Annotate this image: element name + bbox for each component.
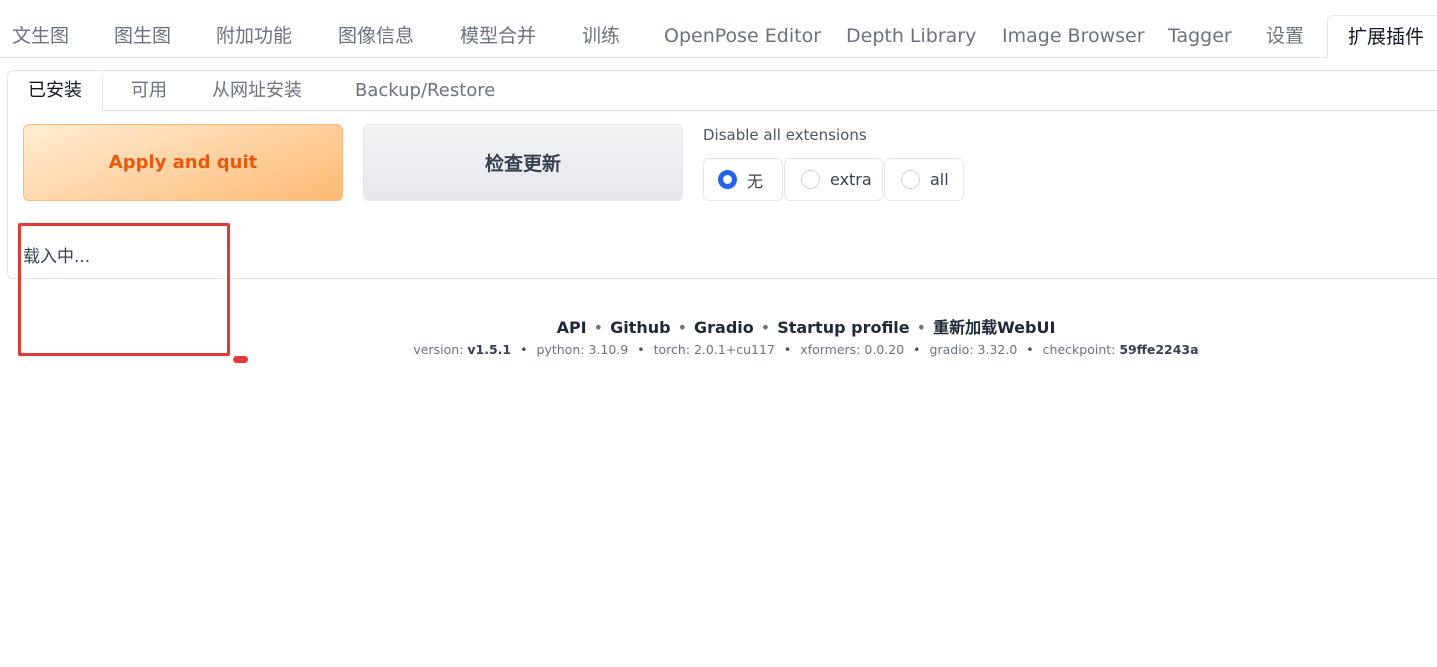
sub-tab-bar: 已安装 可用 从网址安装 Backup/Restore: [8, 71, 1437, 112]
info-bullet: •: [637, 342, 645, 357]
checkpoint-label: checkpoint:: [1042, 342, 1116, 357]
version-label: version:: [413, 342, 464, 357]
footer-separator: •: [760, 318, 771, 337]
tab-png-info[interactable]: 图像信息: [338, 15, 414, 58]
radio-dot: [801, 170, 820, 189]
footer-link-api[interactable]: API: [557, 318, 587, 337]
radio-extra-label: extra: [830, 170, 872, 189]
subtab-available[interactable]: 可用: [131, 71, 167, 111]
tab-extras[interactable]: 附加功能: [216, 15, 292, 58]
tab-checkpoint-merger[interactable]: 模型合并: [460, 15, 536, 58]
tab-tagger[interactable]: Tagger: [1168, 15, 1232, 58]
radio-dot: [901, 170, 920, 189]
tab-settings[interactable]: 设置: [1266, 15, 1304, 58]
radio-none-label: 无: [747, 171, 764, 191]
subtab-install-from-url[interactable]: 从网址安装: [212, 71, 302, 111]
tab-extensions[interactable]: 扩展插件: [1327, 15, 1437, 59]
footer-link-github[interactable]: Github: [610, 318, 671, 337]
footer-link-startup-profile[interactable]: Startup profile: [777, 318, 909, 337]
tab-img2img[interactable]: 图生图: [114, 15, 171, 58]
gradio-label: gradio:: [929, 342, 974, 357]
radio-all[interactable]: all: [884, 158, 964, 201]
radio-all-label: all: [930, 170, 949, 189]
footer-separator: •: [916, 318, 927, 337]
tab-image-browser[interactable]: Image Browser: [1002, 15, 1145, 58]
footer-separator: •: [677, 318, 687, 337]
gradio-value: 3.32.0: [977, 342, 1018, 357]
tab-txt2img[interactable]: 文生图: [12, 15, 69, 58]
footer-link-reload-ui[interactable]: 重新加载WebUI: [933, 318, 1055, 337]
top-tab-bar: 文生图 图生图 附加功能 图像信息 模型合并 训练 OpenPose Edito…: [0, 0, 1437, 59]
check-updates-button[interactable]: 检查更新: [363, 124, 683, 201]
footer-version-info: version: v1.5.1 • python: 3.10.9 • torch: 2.…: [0, 342, 1437, 357]
tab-train[interactable]: 训练: [582, 15, 620, 58]
python-value: 3.10.9: [588, 342, 629, 357]
info-bullet: •: [783, 342, 792, 357]
info-bullet: •: [913, 342, 921, 357]
version-value: v1.5.1: [467, 342, 512, 357]
radio-dot-selected: [718, 170, 737, 189]
apply-and-quit-button[interactable]: Apply and quit: [23, 124, 343, 201]
subtab-backup-restore[interactable]: Backup/Restore: [355, 71, 495, 111]
torch-value: 2.0.1+cu117: [693, 342, 775, 357]
footer-link-gradio[interactable]: Gradio: [694, 318, 754, 337]
subtab-installed[interactable]: 已安装: [8, 71, 103, 112]
xformers-label: xformers:: [800, 342, 861, 357]
tab-depth-library[interactable]: Depth Library: [846, 15, 976, 58]
footer-separator: •: [593, 318, 604, 337]
python-label: python:: [536, 342, 585, 357]
footer-links: API • Github • Gradio • Startup profile • 重新加载We…: [0, 314, 1437, 338]
torch-label: torch:: [653, 342, 690, 357]
webui-page: 文生图 图生图 附加功能 图像信息 模型合并 训练 OpenPose Edito…: [0, 0, 1437, 667]
radio-none[interactable]: 无: [703, 158, 783, 201]
info-bullet: •: [520, 342, 528, 357]
tab-openpose-editor[interactable]: OpenPose Editor: [664, 15, 821, 58]
xformers-value: 0.0.20: [864, 342, 905, 357]
disable-extensions-label: Disable all extensions: [703, 126, 867, 144]
checkpoint-value[interactable]: 59ffe2243a: [1119, 342, 1198, 357]
annotation-mark: [233, 356, 248, 363]
radio-extra[interactable]: extra: [784, 158, 883, 201]
info-bullet: •: [1026, 342, 1034, 357]
